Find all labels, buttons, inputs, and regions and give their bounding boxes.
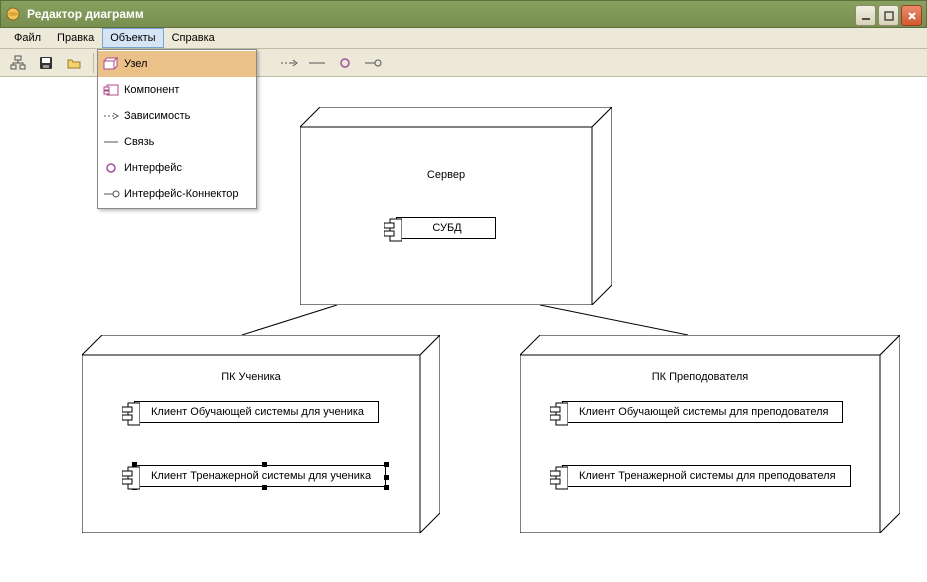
component-icon bbox=[98, 83, 124, 97]
menu-item-dependency[interactable]: Зависимость bbox=[98, 103, 256, 129]
node-server[interactable]: Сервер СУБД bbox=[300, 107, 612, 305]
window-title: Редактор диаграмм bbox=[27, 7, 144, 21]
component-teacher-train[interactable]: Клиент Тренажерной системы для преподова… bbox=[550, 465, 851, 487]
menu-bar: Файл Правка Объекты Справка bbox=[0, 28, 927, 49]
close-button[interactable] bbox=[901, 5, 922, 26]
component-icon bbox=[550, 465, 568, 487]
node-student-pc[interactable]: ПК Ученика Клиент Обучающей системы для … bbox=[82, 335, 440, 533]
component-icon bbox=[122, 401, 140, 423]
maximize-button[interactable] bbox=[878, 5, 899, 26]
menu-item-interface-connector[interactable]: Интерфейс-Коннектор bbox=[98, 181, 256, 207]
menu-file[interactable]: Файл bbox=[6, 28, 49, 48]
node-teacher-title: ПК Преподователя bbox=[520, 371, 880, 383]
objects-dropdown: Узел Компонент Зависимость Связь Интерфе… bbox=[97, 49, 257, 209]
selection-handle[interactable] bbox=[262, 485, 267, 490]
component-db[interactable]: СУБД bbox=[384, 217, 496, 239]
minimize-button[interactable] bbox=[855, 5, 876, 26]
component-student-train[interactable]: Клиент Тренажерной системы для ученика bbox=[122, 465, 386, 487]
node-server-title: Сервер bbox=[300, 169, 592, 181]
interface-connector-icon bbox=[98, 187, 124, 201]
component-icon bbox=[384, 217, 402, 239]
component-icon bbox=[122, 465, 140, 487]
menu-item-component[interactable]: Компонент bbox=[98, 77, 256, 103]
menu-edit[interactable]: Правка bbox=[49, 28, 102, 48]
toolbar-open-button[interactable] bbox=[62, 51, 86, 75]
selection-handle[interactable] bbox=[384, 475, 389, 480]
menu-help[interactable]: Справка bbox=[164, 28, 223, 48]
toolbar-link-button[interactable] bbox=[305, 51, 329, 75]
menu-item-interface[interactable]: Интерфейс bbox=[98, 155, 256, 181]
menu-item-node[interactable]: Узел bbox=[98, 51, 256, 77]
selection-handle[interactable] bbox=[384, 485, 389, 490]
component-icon bbox=[550, 401, 568, 423]
link-icon bbox=[98, 135, 124, 149]
toolbar-hierarchy-button[interactable] bbox=[6, 51, 30, 75]
toolbar-save-button[interactable] bbox=[34, 51, 58, 75]
menu-item-link[interactable]: Связь bbox=[98, 129, 256, 155]
window-title-bar: Редактор диаграмм bbox=[0, 0, 927, 28]
node-student-title: ПК Ученика bbox=[82, 371, 420, 383]
node-teacher-pc[interactable]: ПК Преподователя Клиент Обучающей систем… bbox=[520, 335, 900, 533]
menu-objects[interactable]: Объекты bbox=[102, 28, 163, 48]
node-icon bbox=[98, 57, 124, 71]
toolbar-interface-button[interactable] bbox=[333, 51, 357, 75]
component-teacher-learn[interactable]: Клиент Обучающей системы для преподовате… bbox=[550, 401, 843, 423]
toolbar-connector-button[interactable] bbox=[361, 51, 385, 75]
dependency-icon bbox=[98, 109, 124, 123]
interface-icon bbox=[98, 161, 124, 175]
selection-handle[interactable] bbox=[262, 462, 267, 467]
toolbar-dependency-button[interactable] bbox=[277, 51, 301, 75]
app-icon bbox=[5, 6, 21, 22]
toolbar-separator bbox=[93, 53, 94, 73]
component-student-learn[interactable]: Клиент Обучающей системы для ученика bbox=[122, 401, 379, 423]
selection-handle[interactable] bbox=[384, 462, 389, 467]
